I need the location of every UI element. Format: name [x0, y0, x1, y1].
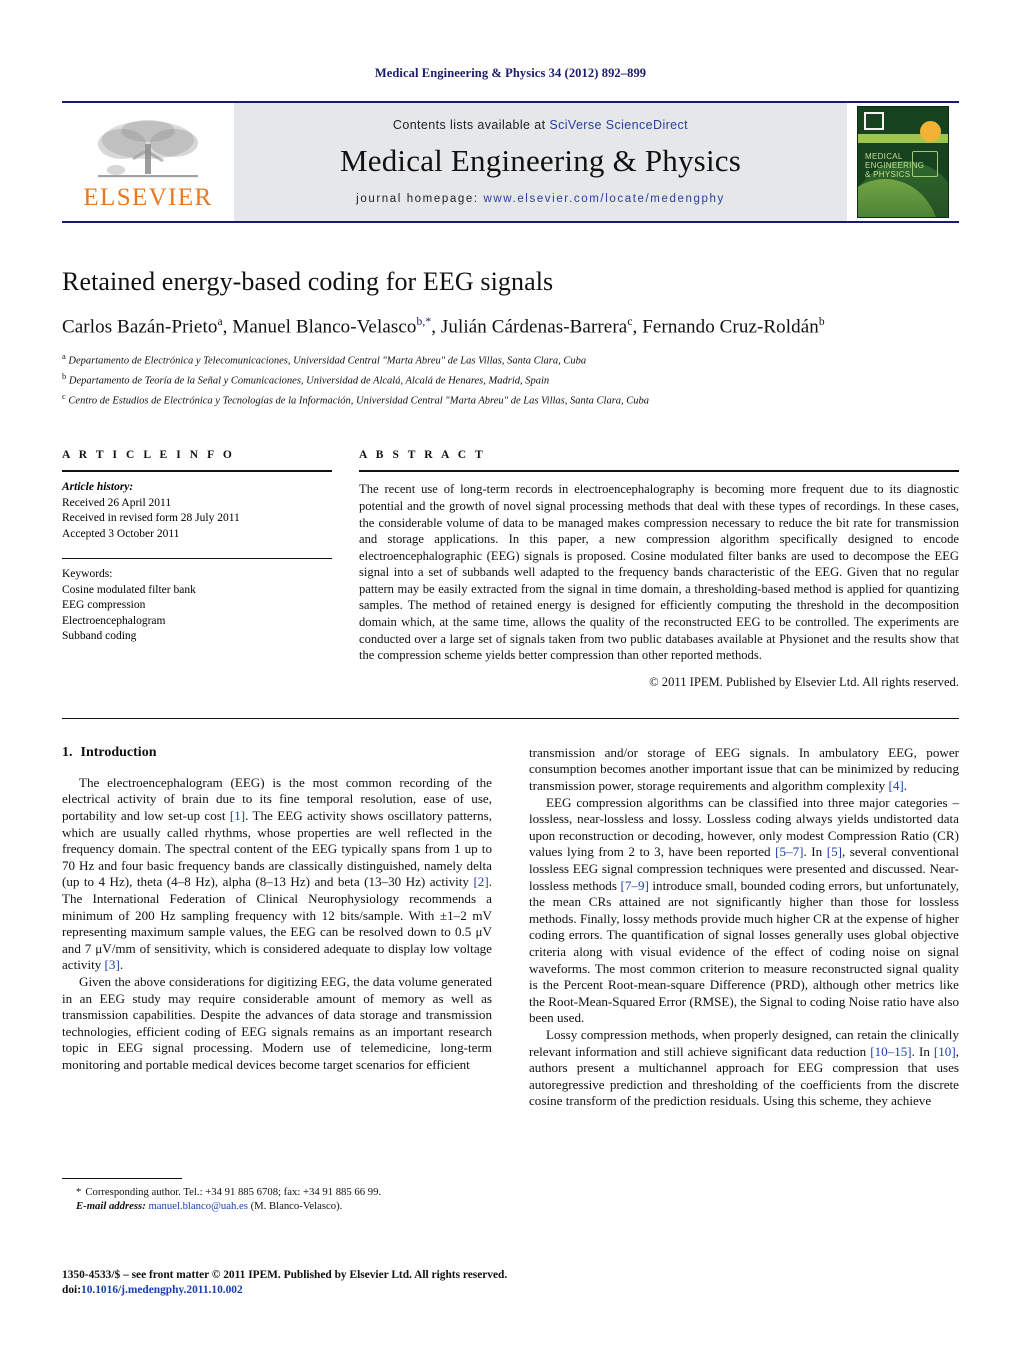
article-history-item: Accepted 3 October 2011	[62, 527, 180, 540]
paragraph: transmission and/or storage of EEG signa…	[529, 744, 959, 794]
author-list: Carlos Bazán-Prietoa, Manuel Blanco-Vela…	[62, 316, 825, 338]
abstract-copyright: © 2011 IPEM. Published by Elsevier Ltd. …	[649, 674, 959, 689]
keywords-block: Keywords: Cosine modulated filter bank E…	[62, 559, 332, 645]
abstract-text: The recent use of long-term records in e…	[359, 482, 959, 663]
citation-ref[interactable]: [10–15]	[870, 1044, 911, 1059]
masthead-center: Contents lists available at SciVerse Sci…	[234, 103, 847, 221]
article-history-item: Received in revised form 28 July 2011	[62, 512, 240, 525]
citation-ref[interactable]: [7–9]	[620, 878, 648, 893]
citation-ref[interactable]: [3]	[105, 957, 120, 972]
author-name: Fernando Cruz-Roldán	[642, 316, 819, 338]
footnote-rule	[62, 1178, 182, 1179]
affiliation-text: Centro de Estudios de Electrónica y Tecn…	[68, 395, 650, 407]
doi-label: doi:	[62, 1284, 81, 1296]
article-info-heading: A R T I C L E I N F O	[62, 449, 235, 462]
paper-page: Medical Engineering & Physics 34 (2012) …	[0, 0, 1021, 1351]
email-owner: (M. Blanco-Velasco).	[250, 1200, 343, 1212]
author-name: Julián Cárdenas-Barrera	[440, 316, 628, 338]
email-address-label: E-mail address:	[76, 1200, 146, 1212]
running-head: Medical Engineering & Physics 34 (2012) …	[374, 66, 647, 80]
footnote-area: * Corresponding author. Tel.: +34 91 885 …	[62, 1178, 492, 1213]
journal-cover-thumbnail: MEDICAL ENGINEERING & PHYSICS	[857, 106, 949, 218]
section-divider	[62, 717, 959, 719]
abstract-column: A B S T R A C T The recent use of long-t…	[359, 449, 959, 690]
affiliation-mark: b	[62, 371, 67, 382]
affiliation-mark: a	[62, 351, 66, 362]
imprint-block: 1350-4533/$ – see front matter © 2011 IP…	[62, 1268, 532, 1298]
citation-ref[interactable]: [5–7]	[775, 844, 803, 859]
journal-cover-container: MEDICAL ENGINEERING & PHYSICS	[847, 103, 959, 221]
journal-masthead: ELSEVIER Contents lists available at Sci…	[62, 101, 959, 223]
body-columns: 1. Introduction The electroencephalogram …	[62, 745, 959, 1110]
cover-society-mark-icon	[912, 151, 938, 177]
affiliation-item: b Departamento de Teoría de la Señal y C…	[62, 369, 959, 389]
keyword-item: EEG compression	[62, 599, 146, 612]
journal-homepage-url[interactable]: www.elsevier.com/locate/medengphy	[483, 193, 724, 205]
paragraph: Lossy compression methods, when properly…	[529, 1026, 959, 1109]
affiliation-mark: c	[62, 391, 66, 402]
citation-ref[interactable]: [10]	[934, 1044, 956, 1059]
doi-line: doi:10.1016/j.medengphy.2011.10.002	[62, 1283, 532, 1298]
section-title: Introduction	[80, 744, 157, 760]
article-history-label: Article history:	[62, 481, 134, 494]
elsevier-logo: ELSEVIER	[62, 103, 234, 221]
author-affil-mark: c	[627, 316, 633, 328]
email-address-link[interactable]: manuel.blanco@uah.es	[148, 1200, 247, 1212]
author-name: Manuel Blanco-Velasco	[232, 316, 417, 338]
affiliation-text: Departamento de Electrónica y Telecomuni…	[68, 355, 587, 367]
citation-ref[interactable]: [4]	[888, 778, 903, 793]
author-name: Carlos Bazán-Prieto	[62, 316, 218, 338]
article-title: Retained energy-based coding for EEG sig…	[62, 267, 554, 296]
corresponding-author-text: Corresponding author. Tel.: +34 91 885 6…	[85, 1186, 382, 1198]
elsevier-wordmark: ELSEVIER	[83, 184, 213, 211]
cover-elsevier-icon	[864, 112, 884, 130]
cover-journal-title: MEDICAL ENGINEERING & PHYSICS	[865, 152, 925, 179]
affiliation-item: c Centro de Estudios de Electrónica y Te…	[62, 389, 959, 409]
affiliation-list: a Departamento de Electrónica y Telecomu…	[62, 349, 959, 409]
keywords-label: Keywords:	[62, 568, 113, 581]
corresponding-author-footnote: * Corresponding author. Tel.: +34 91 885 …	[62, 1185, 492, 1199]
cover-anniversary-badge-icon	[920, 121, 941, 142]
article-history-block: Article history: Received 26 April 2011 …	[62, 472, 332, 542]
article-history-item: Received 26 April 2011	[62, 496, 172, 509]
contents-prefix: Contents lists available at	[392, 117, 550, 132]
author-affil-mark: a	[217, 316, 223, 328]
section-heading-introduction: 1. Introduction	[62, 745, 492, 761]
info-abstract-row: A R T I C L E I N F O Article history: R…	[62, 449, 959, 690]
sciencedirect-link[interactable]: SciVerse ScienceDirect	[549, 118, 688, 132]
journal-homepage-line: journal homepage: www.elsevier.com/locat…	[356, 193, 725, 205]
paragraph: Given the above considerations for digit…	[62, 973, 492, 1072]
asterisk-icon: *	[76, 1186, 82, 1198]
keyword-item: Cosine modulated filter bank	[62, 583, 196, 596]
paragraph: The electroencephalogram (EEG) is the mo…	[62, 774, 492, 973]
doi-link[interactable]: 10.1016/j.medengphy.2011.10.002	[81, 1284, 243, 1296]
affiliation-text: Departamento de Teoría de la Señal y Com…	[68, 375, 550, 387]
homepage-prefix: journal homepage:	[356, 192, 484, 205]
citation-ref[interactable]: [1]	[230, 808, 245, 823]
elsevier-tree-icon	[98, 120, 198, 178]
journal-title: Medical Engineering & Physics	[340, 142, 741, 178]
citation-ref[interactable]: [5]	[827, 844, 842, 859]
email-footnote: E-mail address: manuel.blanco@uah.es (M.…	[62, 1199, 492, 1213]
author-affil-mark: b,*	[416, 316, 432, 328]
citation-ref[interactable]: [2]	[473, 874, 488, 889]
author-affil-mark: b	[818, 316, 825, 328]
contents-lists-line: Contents lists available at SciVerse Sci…	[393, 118, 688, 132]
body-column-left: 1. Introduction The electroencephalogram …	[62, 745, 492, 1110]
affiliation-item: a Departamento de Electrónica y Telecomu…	[62, 349, 959, 369]
keyword-item: Subband coding	[62, 630, 137, 643]
article-info-column: A R T I C L E I N F O Article history: R…	[62, 449, 332, 690]
abstract-heading: A B S T R A C T	[359, 449, 486, 462]
keyword-item: Electroencephalogram	[62, 614, 166, 627]
issn-front-matter: 1350-4533/$ – see front matter © 2011 IP…	[62, 1269, 508, 1281]
body-column-right: transmission and/or storage of EEG signa…	[529, 745, 959, 1110]
paragraph: EEG compression algorithms can be classi…	[529, 794, 960, 1026]
section-number: 1.	[62, 744, 73, 760]
